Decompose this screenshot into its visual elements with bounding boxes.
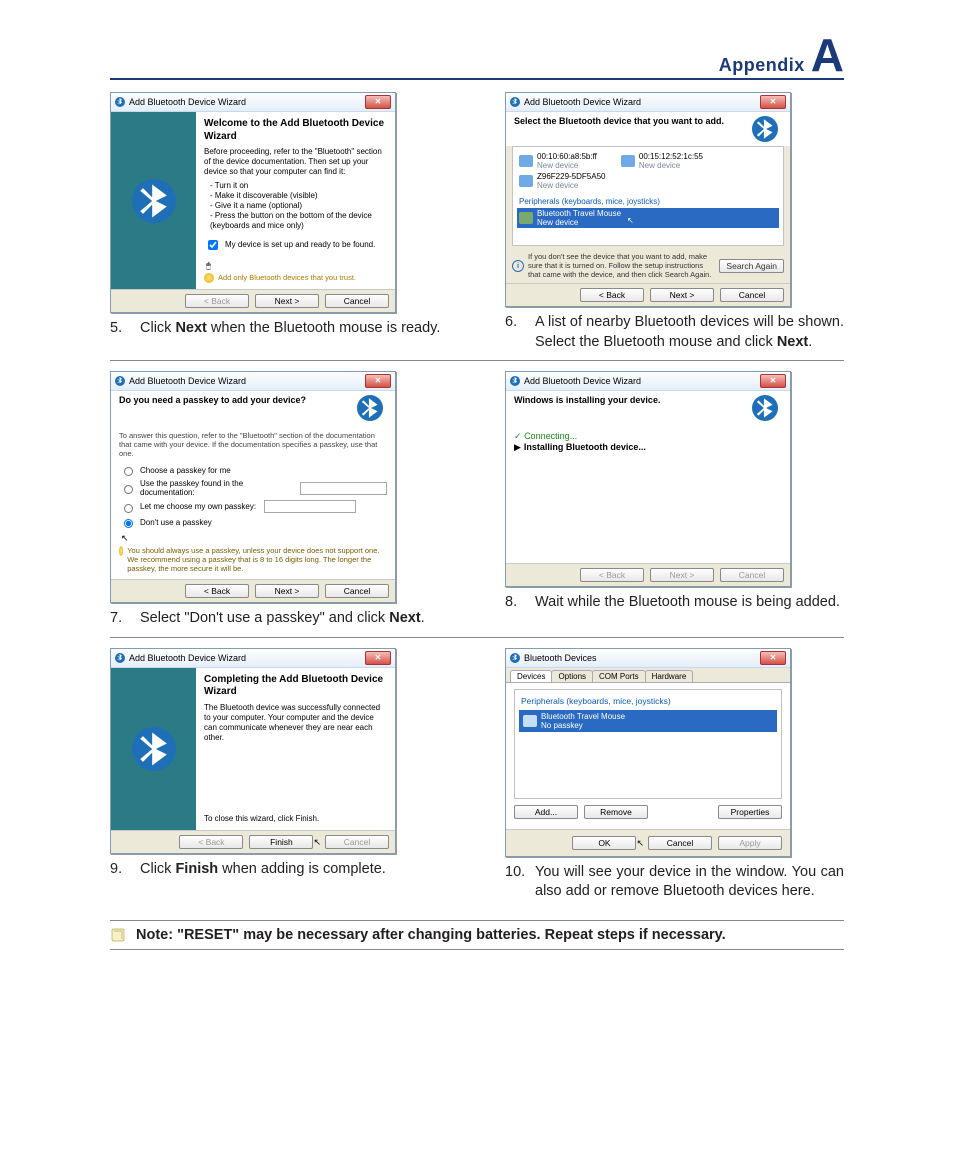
close-icon[interactable]: ✕ [365, 651, 391, 665]
note-row: Note: "RESET" may be necessary after cha… [110, 920, 844, 950]
wizard-step8: Add Bluetooth Device Wizard✕ Windows is … [505, 371, 791, 587]
cancel-button[interactable]: Cancel [720, 288, 784, 302]
passkey-option-none[interactable]: Don't use a passkey [119, 516, 387, 528]
passkey-input[interactable] [264, 500, 356, 513]
passkey-option-own[interactable]: Let me choose my own passkey: [119, 500, 387, 513]
bluetooth-icon [115, 376, 125, 386]
wizard-heading: Welcome to the Add Bluetooth Device Wiza… [204, 118, 387, 143]
step10-caption: 10. You will see your device in the wind… [505, 863, 844, 902]
cursor-icon: 🖱 [206, 261, 211, 271]
connecting-status: ✓ Connecting... [514, 431, 782, 442]
remove-button[interactable]: Remove [584, 805, 648, 819]
tab-hardware[interactable]: Hardware [645, 670, 694, 682]
device-icon [621, 155, 635, 167]
bluetooth-icon [357, 395, 387, 423]
tab-options[interactable]: Options [551, 670, 593, 682]
device-icon [519, 155, 533, 167]
bluetooth-sidebar-icon [111, 112, 196, 289]
apply-button: Apply [718, 836, 782, 850]
next-button: Next > [650, 568, 714, 582]
cancel-button: Cancel [325, 835, 389, 849]
tab-strip: Devices Options COM Ports Hardware [506, 668, 790, 683]
passkey-question: Do you need a passkey to add your device… [119, 395, 306, 405]
close-icon[interactable]: ✕ [365, 95, 391, 109]
cursor-icon: ↖ [627, 216, 634, 225]
finish-button[interactable]: Finish [249, 835, 313, 849]
cancel-button[interactable]: Cancel [325, 294, 389, 308]
check-icon: ✓ [514, 431, 522, 441]
select-device-prompt: Select the Bluetooth device that you wan… [514, 116, 724, 126]
cursor-icon: ↖ [636, 838, 644, 852]
next-button[interactable]: Next > [255, 294, 319, 308]
bluetooth-sidebar-icon [111, 668, 196, 830]
installing-heading: Windows is installing your device. [514, 395, 660, 405]
cancel-button[interactable]: Cancel [325, 584, 389, 598]
bluetooth-icon [115, 653, 125, 663]
bluetooth-icon [752, 395, 782, 423]
device-list[interactable]: Peripherals (keyboards, mice, joysticks)… [514, 689, 782, 799]
cancel-button[interactable]: Cancel [648, 836, 712, 850]
bluetooth-icon [510, 376, 520, 386]
cursor-icon: ↖ [313, 837, 321, 851]
note-text: Note: "RESET" may be necessary after cha… [136, 927, 726, 943]
step8-caption: 8. Wait while the Bluetooth mouse is bei… [505, 593, 844, 613]
step9-caption: 9. Click Finish when adding is complete. [110, 860, 449, 880]
wizard-step9: Add Bluetooth Device Wizard✕ Completing … [110, 648, 396, 854]
appendix-letter: A [811, 32, 844, 78]
shield-icon [119, 546, 123, 556]
next-button[interactable]: Next > [255, 584, 319, 598]
tab-devices[interactable]: Devices [510, 670, 552, 682]
close-icon[interactable]: ✕ [760, 374, 786, 388]
passkey-option-doc[interactable]: Use the passkey found in the documentati… [119, 479, 387, 497]
shield-icon [204, 273, 214, 283]
installing-status: ▶Installing Bluetooth device... [514, 442, 782, 453]
cursor-icon: ↖ [121, 533, 129, 544]
back-button[interactable]: < Back [185, 584, 249, 598]
search-again-button[interactable]: Search Again [719, 259, 784, 273]
device-icon [519, 175, 533, 187]
close-icon[interactable]: ✕ [365, 374, 391, 388]
bluetooth-icon [115, 97, 125, 107]
back-button[interactable]: < Back [580, 288, 644, 302]
next-button[interactable]: Next > [650, 288, 714, 302]
bluetooth-icon [510, 97, 520, 107]
selected-device[interactable]: Bluetooth Travel MouseNo passkey [519, 710, 777, 732]
properties-button[interactable]: Properties [718, 805, 782, 819]
step5-caption: 5. Click Next when the Bluetooth mouse i… [110, 319, 449, 339]
wizard-step6: Add Bluetooth Device Wizard ✕ Select the… [505, 92, 791, 307]
page-header: Appendix A [110, 32, 844, 80]
appendix-label: Appendix [719, 55, 805, 76]
mouse-icon [523, 715, 537, 727]
close-icon[interactable]: ✕ [760, 95, 786, 109]
info-icon: i [512, 260, 524, 272]
arrow-icon: ▶ [514, 442, 521, 452]
back-button: < Back [580, 568, 644, 582]
step7-caption: 7. Select "Don't use a passkey" and clic… [110, 609, 449, 629]
wizard-heading: Completing the Add Bluetooth Device Wiza… [204, 674, 387, 699]
bluetooth-icon [752, 116, 782, 144]
mouse-icon [519, 212, 533, 224]
step6-caption: 6. A list of nearby Bluetooth devices wi… [505, 313, 844, 352]
wizard-step7: Add Bluetooth Device Wizard✕ Do you need… [110, 371, 396, 603]
selected-device[interactable]: Bluetooth Travel MouseNew device↖ [517, 208, 779, 228]
back-button: < Back [179, 835, 243, 849]
add-button[interactable]: Add... [514, 805, 578, 819]
bluetooth-icon [510, 653, 520, 663]
ok-button[interactable]: OK [572, 836, 636, 850]
passkey-input[interactable] [300, 482, 387, 495]
bluetooth-devices-dialog: Bluetooth Devices✕ Devices Options COM P… [505, 648, 791, 857]
dialog-title: Add Bluetooth Device Wizard [115, 97, 246, 107]
wizard-step5: Add Bluetooth Device Wizard ✕ Welcome to… [110, 92, 396, 313]
ready-checkbox[interactable]: My device is set up and ready to be foun… [204, 237, 387, 253]
tab-comports[interactable]: COM Ports [592, 670, 646, 682]
cancel-button: Cancel [720, 568, 784, 582]
close-icon[interactable]: ✕ [760, 651, 786, 665]
back-button: < Back [185, 294, 249, 308]
device-list[interactable]: 00:10:60:a8:5b:ffNew device 00:15:12:52:… [512, 146, 784, 246]
passkey-option-choose[interactable]: Choose a passkey for me [119, 464, 387, 476]
note-icon [110, 927, 126, 943]
